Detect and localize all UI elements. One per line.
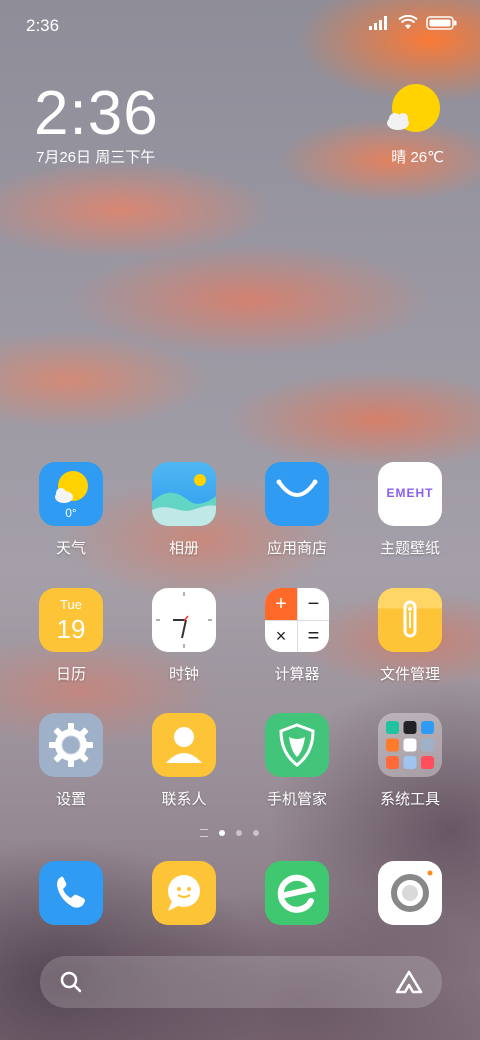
calendar-app-icon: Tue 19 [39,588,103,652]
file-manager-icon [378,588,442,652]
page-indicator[interactable] [200,829,259,837]
app-contacts[interactable]: 联系人 [134,713,234,809]
battery-icon [426,16,457,30]
settings-app-icon [39,713,103,777]
app-gallery[interactable]: 相册 [134,462,234,558]
app-label: 主题壁纸 [379,540,440,557]
date-text: 7月26日 周三下午 [36,149,156,166]
page-dot[interactable] [253,830,259,836]
weather-app-icon: 0° [39,462,103,526]
page-menu-icon [200,829,208,837]
calc-equals: = [297,620,329,652]
weather-widget[interactable] [384,82,444,143]
gallery-app-icon [152,462,216,526]
sun-cloud-icon [387,84,440,132]
app-label: 应用商店 [266,540,327,557]
themes-app-text: EMEHT [386,486,434,500]
dock-messages[interactable] [134,861,234,925]
wifi-icon [398,15,418,29]
status-bar: 2:36 [0,0,480,48]
app-label: 文件管理 [379,666,440,683]
security-app-icon [265,713,329,777]
phone-app-icon [39,861,103,925]
app-store-icon [265,462,329,526]
status-time: 2:36 [26,16,60,35]
weather-summary: 晴 26℃ [391,149,444,166]
dock-camera[interactable] [360,861,460,925]
page-dot[interactable] [236,830,242,836]
app-weather[interactable]: 0° 天气 [21,462,121,558]
app-label: 计算器 [274,666,320,683]
app-label: 天气 [55,540,86,557]
calc-plus: + [265,588,297,620]
dock-phone[interactable] [21,861,121,925]
lockscreen-clock[interactable]: 2:36 [34,78,159,149]
app-label: 日历 [55,666,86,683]
calendar-day: Tue [60,597,82,612]
app-label: 联系人 [161,791,207,808]
contacts-app-icon [152,713,216,777]
themes-app-icon: EMEHT [378,462,442,526]
browser-app-icon [265,861,329,925]
page-dot-active[interactable] [219,830,225,836]
dock-browser[interactable] [247,861,347,925]
app-calculator[interactable]: + − × = 计算器 [247,588,347,684]
app-store[interactable]: 应用商店 [247,462,347,558]
app-system-tools-folder[interactable]: 系统工具 [360,713,460,809]
search-icon[interactable] [58,969,84,995]
app-security[interactable]: 手机管家 [247,713,347,809]
app-settings[interactable]: 设置 [21,713,121,809]
signal-icon [369,16,387,30]
weather-app-badge: 0° [65,506,77,520]
messages-app-icon [152,861,216,925]
app-label: 手机管家 [266,791,327,808]
app-calendar[interactable]: Tue 19 日历 [21,588,121,684]
camera-app-icon [378,861,442,925]
app-themes[interactable]: EMEHT 主题壁纸 [360,462,460,558]
system-tools-folder-icon [378,713,442,777]
calculator-app-icon: + − × = [265,588,329,652]
search-bar[interactable] [40,956,442,1008]
app-file-manager[interactable]: 文件管理 [360,588,460,684]
app-label: 设置 [55,791,86,808]
assistant-icon[interactable] [394,969,424,995]
calc-minus: − [297,588,329,620]
clock-app-icon [152,588,216,652]
app-label: 相册 [168,540,199,557]
app-clock[interactable]: 时钟 [134,588,234,684]
app-label: 系统工具 [379,791,440,808]
app-label: 时钟 [168,666,199,683]
calendar-date: 19 [56,614,86,644]
calc-times: × [265,620,297,652]
status-icons [368,15,458,31]
